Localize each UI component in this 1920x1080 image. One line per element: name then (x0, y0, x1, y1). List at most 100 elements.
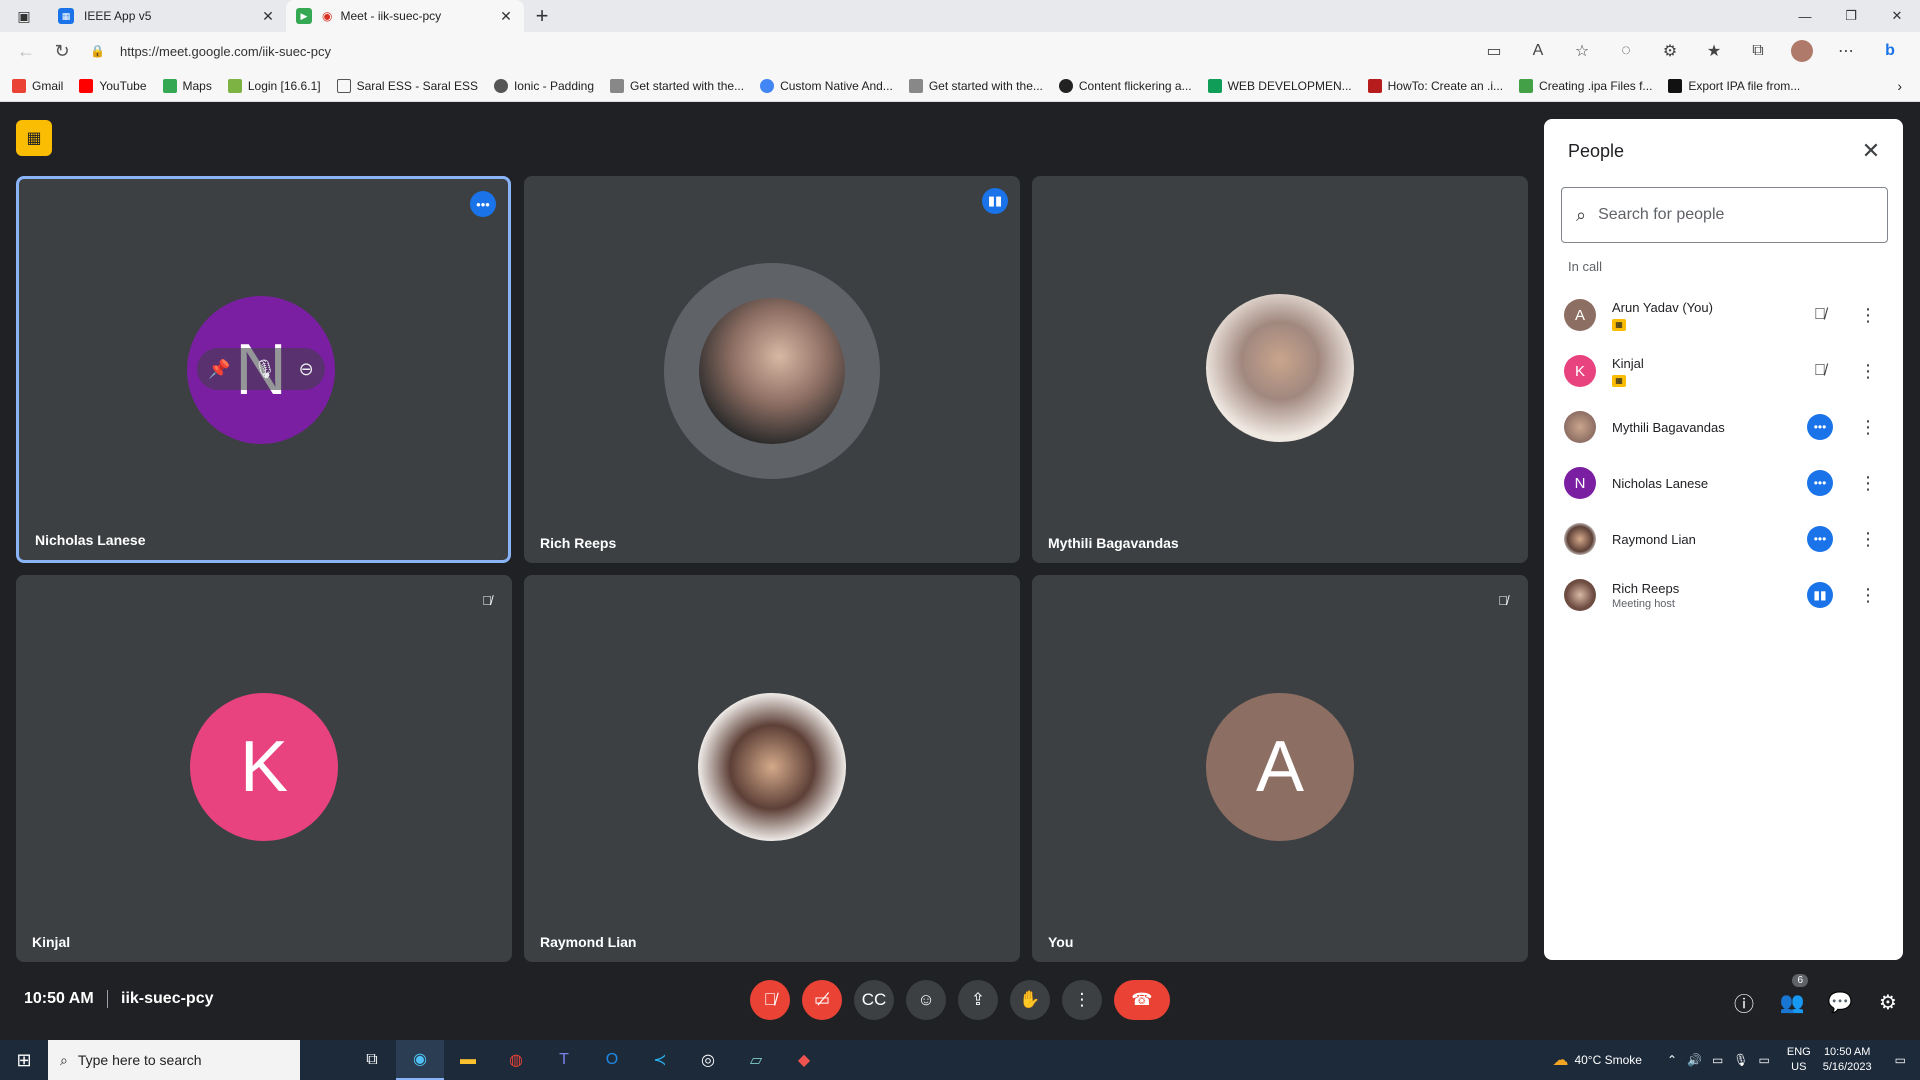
bookmark-item[interactable]: YouTube (79, 78, 147, 93)
raise-hand-button[interactable]: ✋ (1010, 980, 1050, 1020)
bookmark-item[interactable]: Custom Native And... (760, 78, 893, 93)
bookmark-item[interactable]: HowTo: Create an .i... (1367, 78, 1503, 93)
edge-icon[interactable]: ◉ (396, 1040, 444, 1080)
url-field[interactable]: 🔒 https://meet.google.com/iik-suec-pcy (90, 44, 1474, 59)
chrome-icon[interactable]: ◍ (492, 1040, 540, 1080)
minimize-icon[interactable]: — (1782, 0, 1828, 32)
more-vert-icon[interactable]: ⋮ (1855, 529, 1881, 550)
bookmark-item[interactable]: Export IPA file from... (1668, 78, 1800, 93)
windows-start-icon[interactable]: ⊞ (0, 1040, 48, 1080)
more-options-icon[interactable]: ••• (1807, 470, 1833, 496)
mic-icon[interactable]: 🎙 (253, 359, 276, 380)
bookmark-item[interactable]: Saral ESS - Saral ESS (336, 78, 478, 93)
clock[interactable]: 10:50 AM 5/16/2023 (1823, 1045, 1872, 1075)
mic-off-button[interactable]: 🎙̸ (750, 980, 790, 1020)
bookmark-item[interactable]: Get started with the... (908, 78, 1043, 93)
anydesk-icon[interactable]: ◆ (780, 1040, 828, 1080)
close-tab-icon[interactable]: ✕ (260, 8, 276, 25)
chevron-up-icon[interactable]: ⌃ (1667, 1053, 1677, 1067)
language-indicator[interactable]: ENG US (1787, 1045, 1811, 1075)
bing-icon[interactable]: b (1870, 36, 1910, 66)
more-vert-icon[interactable]: ⋮ (1855, 305, 1881, 326)
chat-icon[interactable]: 💬 (1820, 982, 1860, 1022)
bookmark-item[interactable]: Creating .ipa Files f... (1519, 78, 1652, 93)
more-vert-icon[interactable]: ⋮ (1855, 361, 1881, 382)
refresh-icon[interactable]: ↻ (44, 35, 80, 67)
tab-actions-icon[interactable]: ▣ (0, 0, 48, 32)
close-window-icon[interactable]: ✕ (1874, 0, 1920, 32)
bookmark-item[interactable]: Maps (162, 78, 212, 93)
camera-icon[interactable]: ▭ (1474, 36, 1514, 66)
pin-icon[interactable]: 📌 (208, 359, 230, 380)
taskbar-search-input[interactable]: ⌕ Type here to search (48, 1040, 300, 1080)
teams-icon[interactable]: T (540, 1040, 588, 1080)
camera-tray-icon[interactable]: ▭ (1712, 1053, 1723, 1067)
extension-icon[interactable]: ◌ (1606, 36, 1646, 66)
tab-ieee-app[interactable]: ▦ IEEE App v5 ✕ (48, 0, 286, 32)
speaking-icon[interactable]: ▮▮ (1807, 582, 1833, 608)
captions-button[interactable]: CC (854, 980, 894, 1020)
more-options-button[interactable]: ⋮ (1062, 980, 1102, 1020)
bookmark-item[interactable]: Login [16.6.1] (227, 78, 321, 93)
task-view-icon[interactable]: ⧉ (348, 1040, 396, 1080)
bookmark-item[interactable]: Ionic - Padding (493, 78, 594, 93)
restore-icon[interactable]: ❐ (1828, 0, 1874, 32)
close-panel-icon[interactable]: ✕ (1853, 133, 1889, 169)
list-item[interactable]: N Nicholas Lanese ••• ⋮ (1544, 455, 1903, 511)
favorite-icon[interactable]: ☆ (1562, 36, 1602, 66)
vscode-icon[interactable]: ≺ (636, 1040, 684, 1080)
profile-avatar[interactable] (1782, 36, 1822, 66)
more-vert-icon[interactable]: ⋮ (1855, 417, 1881, 438)
search-people-input[interactable]: ⌕ Search for people (1561, 187, 1888, 243)
participant-tile[interactable]: ••• N 📌 🎙 ⊖ Nicholas Lanese (16, 176, 511, 563)
mic-off-icon[interactable]: 🎙̸ (1807, 302, 1833, 328)
weather-widget[interactable]: ☁ 40°C Smoke (1552, 1050, 1642, 1070)
meeting-details-icon[interactable]: ⓘ (1724, 982, 1764, 1022)
emoji-button[interactable]: ☺ (906, 980, 946, 1020)
remove-icon[interactable]: ⊖ (299, 359, 314, 380)
network-icon[interactable]: ▭ (1759, 1053, 1770, 1067)
mic-tray-icon[interactable]: 🎙 (1733, 1053, 1748, 1067)
more-options-icon[interactable]: ••• (1807, 414, 1833, 440)
recording-badge-icon[interactable]: ▦ (16, 120, 52, 156)
favorites-icon[interactable]: ★ (1694, 36, 1734, 66)
notes-icon[interactable]: ▱ (732, 1040, 780, 1080)
list-item[interactable]: K Kinjal ▦ 🎙̸ ⋮ (1544, 343, 1903, 399)
more-icon[interactable]: ⋯ (1826, 36, 1866, 66)
bookmark-item[interactable]: Content flickering a... (1058, 78, 1192, 93)
list-item[interactable]: Rich Reeps Meeting host ▮▮ ⋮ (1544, 567, 1903, 623)
app-icon[interactable]: ◎ (684, 1040, 732, 1080)
read-aloud-icon[interactable]: A (1518, 36, 1558, 66)
bookmark-item[interactable]: Gmail (12, 78, 63, 93)
camera-off-button[interactable]: ▭̸ (802, 980, 842, 1020)
speaker-icon[interactable]: 🔊 (1687, 1053, 1702, 1067)
file-explorer-icon[interactable]: ▬ (444, 1040, 492, 1080)
more-options-icon[interactable]: ••• (470, 191, 496, 217)
leave-call-button[interactable]: ☎ (1114, 980, 1170, 1020)
participant-tile[interactable]: 🎙̸ A You (1032, 575, 1528, 962)
participant-tile[interactable]: Raymond Lian (524, 575, 1020, 962)
notifications-icon[interactable]: ▭ (1895, 1053, 1906, 1067)
more-vert-icon[interactable]: ⋮ (1855, 585, 1881, 606)
close-tab-icon[interactable]: ✕ (498, 8, 514, 25)
tab-meet[interactable]: ▶ ◉ Meet - iik-suec-pcy ✕ (286, 0, 524, 32)
people-icon[interactable]: 👥 6 (1772, 974, 1812, 1022)
more-vert-icon[interactable]: ⋮ (1855, 473, 1881, 494)
participant-tile[interactable]: 🎙̸ K Kinjal (16, 575, 512, 962)
present-button[interactable]: ⇪ (958, 980, 998, 1020)
participant-tile[interactable]: Mythili Bagavandas (1032, 176, 1528, 563)
bookmark-item[interactable]: Get started with the... (610, 78, 744, 93)
chevron-right-icon[interactable]: › (1897, 78, 1902, 94)
puzzle-icon[interactable]: ⚙ (1650, 36, 1690, 66)
outlook-icon[interactable]: O (588, 1040, 636, 1080)
list-item[interactable]: A Arun Yadav (You) ▦ 🎙̸ ⋮ (1544, 287, 1903, 343)
mic-off-icon[interactable]: 🎙̸ (1807, 358, 1833, 384)
list-item[interactable]: Mythili Bagavandas ••• ⋮ (1544, 399, 1903, 455)
participant-tile[interactable]: ▮▮ Rich Reeps (524, 176, 1020, 563)
back-icon[interactable]: ← (8, 35, 44, 67)
new-tab-button[interactable]: + (524, 0, 560, 32)
activities-icon[interactable]: ⚙ (1868, 982, 1908, 1022)
collections-icon[interactable]: ⧉ (1738, 36, 1778, 66)
bookmark-item[interactable]: WEB DEVELOPMEN... (1207, 78, 1352, 93)
list-item[interactable]: Raymond Lian ••• ⋮ (1544, 511, 1903, 567)
